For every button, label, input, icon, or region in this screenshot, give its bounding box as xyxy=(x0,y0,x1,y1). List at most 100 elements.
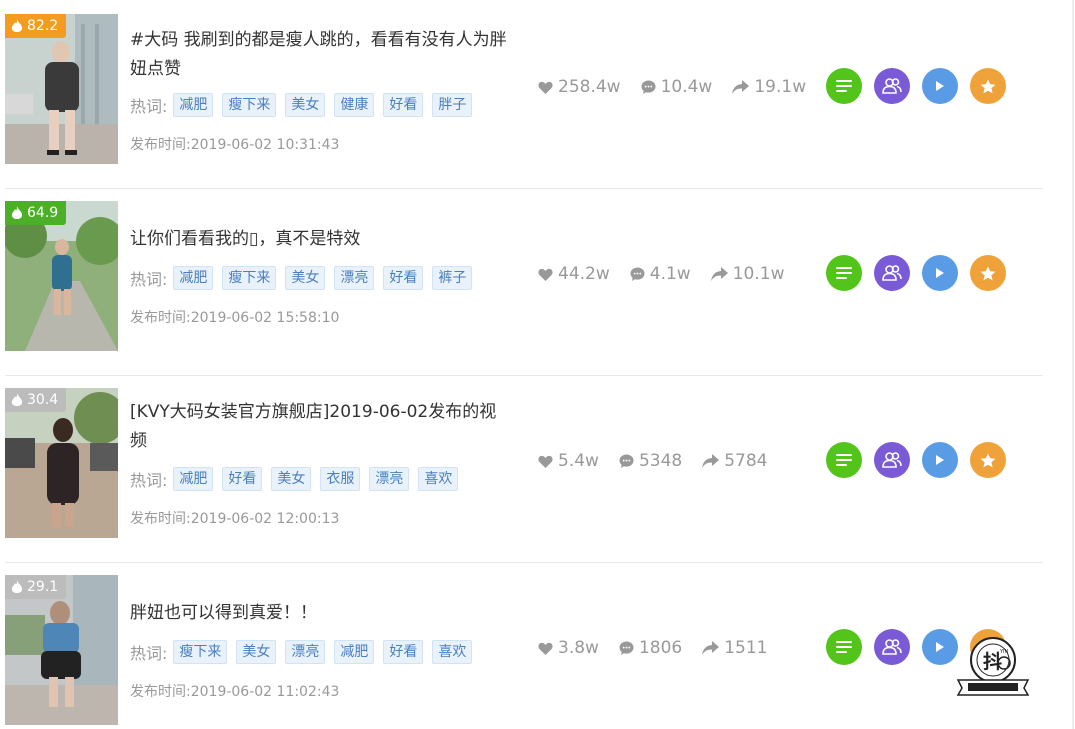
list-icon xyxy=(836,80,852,92)
video-title[interactable]: 胖妞也可以得到真爱！！ xyxy=(130,599,510,628)
hot-word-tag[interactable]: 减肥 xyxy=(334,640,375,664)
detail-button[interactable] xyxy=(826,442,862,478)
hot-words-label: 热词: xyxy=(130,471,168,490)
shares-stat: 19.1w xyxy=(732,77,806,97)
share-icon xyxy=(702,454,720,468)
shares-stat: 5784 xyxy=(702,451,767,471)
video-stats: 5.4w 5348 5784 xyxy=(538,451,787,471)
hot-word-tag[interactable]: 好看 xyxy=(222,467,263,491)
hot-word-tag[interactable]: 减肥 xyxy=(173,93,214,117)
hot-word-tag[interactable]: 减肥 xyxy=(173,467,214,491)
hot-word-tag[interactable]: 漂亮 xyxy=(285,640,326,664)
hot-word-tag[interactable]: 美女 xyxy=(285,93,326,117)
hot-word-tag[interactable]: 衣服 xyxy=(320,467,361,491)
action-buttons xyxy=(826,442,1018,478)
star-icon xyxy=(980,266,996,280)
video-stats: 3.8w 1806 1511 xyxy=(538,638,787,658)
list-item[interactable]: 29.1 胖妞也可以得到真爱！！ 热词: 瘦下来 美女 漂亮 减肥 好看 喜欢 … xyxy=(5,563,1043,729)
play-button[interactable] xyxy=(922,255,958,291)
video-thumbnail[interactable]: 64.9 xyxy=(5,201,118,351)
publish-time: 发布时间:2019-06-02 12:00:13 xyxy=(130,508,339,528)
hot-word-tag[interactable]: 喜欢 xyxy=(432,640,473,664)
hot-word-tag[interactable]: 美女 xyxy=(236,640,277,664)
action-buttons xyxy=(826,68,1018,104)
video-thumbnail[interactable]: 30.4 xyxy=(5,388,118,538)
favorite-button[interactable] xyxy=(970,255,1006,291)
hot-word-tag[interactable]: 减肥 xyxy=(173,266,214,290)
hot-word-tag[interactable]: 好看 xyxy=(383,93,424,117)
hot-words: 热词: 瘦下来 美女 漂亮 减肥 好看 喜欢 xyxy=(130,640,481,664)
publish-time-label: 发布时间: xyxy=(130,310,191,326)
video-thumbnail[interactable]: 29.1 xyxy=(5,575,118,725)
hot-word-tag[interactable]: 瘦下来 xyxy=(222,93,277,117)
play-button[interactable] xyxy=(922,68,958,104)
list-item[interactable]: 64.9 让你们看看我的▯，真不是特效 热词: 减肥 瘦下来 美女 漂亮 好看 … xyxy=(5,189,1043,376)
favorite-button[interactable] xyxy=(970,68,1006,104)
hot-word-tag[interactable]: 喜欢 xyxy=(418,467,459,491)
heart-icon xyxy=(538,268,553,281)
hot-words: 热词: 减肥 瘦下来 美女 健康 好看 胖子 xyxy=(130,93,481,117)
heat-value: 82.2 xyxy=(27,18,59,34)
flame-icon xyxy=(11,579,23,593)
comments-stat: 10.4w xyxy=(641,77,712,97)
audience-button[interactable] xyxy=(874,442,910,478)
hot-word-tag[interactable]: 胖子 xyxy=(432,93,473,117)
comment-icon xyxy=(619,641,634,655)
video-stats: 258.4w 10.4w 19.1w xyxy=(538,77,826,97)
video-title[interactable]: [KVY大码女装官方旗舰店]2019-06-02发布的视频 xyxy=(130,398,510,456)
hot-word-tag[interactable]: 健康 xyxy=(334,93,375,117)
comments-stat: 5348 xyxy=(619,451,682,471)
play-icon xyxy=(936,268,944,278)
likes-stat: 258.4w xyxy=(538,77,621,97)
publish-time-value: 2019-06-02 12:00:13 xyxy=(190,511,340,527)
heat-badge: 29.1 xyxy=(5,575,67,599)
users-icon xyxy=(882,78,902,94)
hot-word-tag[interactable]: 漂亮 xyxy=(334,266,375,290)
video-thumbnail[interactable]: 82.2 xyxy=(5,14,118,164)
publish-time: 发布时间:2019-06-02 15:58:10 xyxy=(130,307,339,327)
hot-words-label: 热词: xyxy=(130,644,168,663)
audience-button[interactable] xyxy=(874,255,910,291)
likes-stat: 3.8w xyxy=(538,638,599,658)
detail-button[interactable] xyxy=(826,629,862,665)
heat-badge: 30.4 xyxy=(5,388,67,412)
detail-button[interactable] xyxy=(826,68,862,104)
users-icon xyxy=(882,265,902,281)
hot-word-tag[interactable]: 美女 xyxy=(271,467,312,491)
hot-word-tag[interactable]: 瘦下来 xyxy=(222,266,277,290)
heart-icon xyxy=(538,642,553,655)
audience-button[interactable] xyxy=(874,68,910,104)
heat-value: 64.9 xyxy=(27,205,59,221)
publish-time-value: 2019-06-02 15:58:10 xyxy=(190,310,340,326)
scrollbar-track[interactable] xyxy=(1072,0,1074,729)
comment-icon xyxy=(619,454,634,468)
hot-word-tag[interactable]: 裤子 xyxy=(432,266,473,290)
play-icon xyxy=(936,81,944,91)
hot-word-tag[interactable]: 美女 xyxy=(285,266,326,290)
publish-time-label: 发布时间: xyxy=(130,137,191,153)
flame-icon xyxy=(11,392,23,406)
heart-icon xyxy=(538,455,553,468)
comments-stat: 1806 xyxy=(619,638,682,658)
heat-value: 29.1 xyxy=(27,579,59,595)
detail-button[interactable] xyxy=(826,255,862,291)
video-stats: 44.2w 4.1w 10.1w xyxy=(538,264,804,284)
flame-icon xyxy=(11,205,23,219)
video-title[interactable]: 让你们看看我的▯，真不是特效 xyxy=(130,225,510,254)
shares-stat: 1511 xyxy=(702,638,767,658)
hot-word-tag[interactable]: 好看 xyxy=(383,640,424,664)
video-title[interactable]: #大码 我刷到的都是瘦人跳的，看看有没有人为胖妞点赞 xyxy=(130,26,510,84)
favorite-button[interactable] xyxy=(970,442,1006,478)
svg-text:YIN: YIN xyxy=(999,649,1009,655)
hot-word-tag[interactable]: 好看 xyxy=(383,266,424,290)
comment-icon xyxy=(641,80,656,94)
flame-icon xyxy=(11,18,23,32)
list-item[interactable]: 82.2 #大码 我刷到的都是瘦人跳的，看看有没有人为胖妞点赞 热词: 减肥 瘦… xyxy=(5,2,1043,189)
play-button[interactable] xyxy=(922,442,958,478)
list-item[interactable]: 30.4 [KVY大码女装官方旗舰店]2019-06-02发布的视频 热词: 减… xyxy=(5,376,1043,563)
action-buttons xyxy=(826,255,1018,291)
audience-button[interactable] xyxy=(874,629,910,665)
publish-time-value: 2019-06-02 11:02:43 xyxy=(190,684,340,700)
hot-word-tag[interactable]: 漂亮 xyxy=(369,467,410,491)
hot-word-tag[interactable]: 瘦下来 xyxy=(173,640,228,664)
